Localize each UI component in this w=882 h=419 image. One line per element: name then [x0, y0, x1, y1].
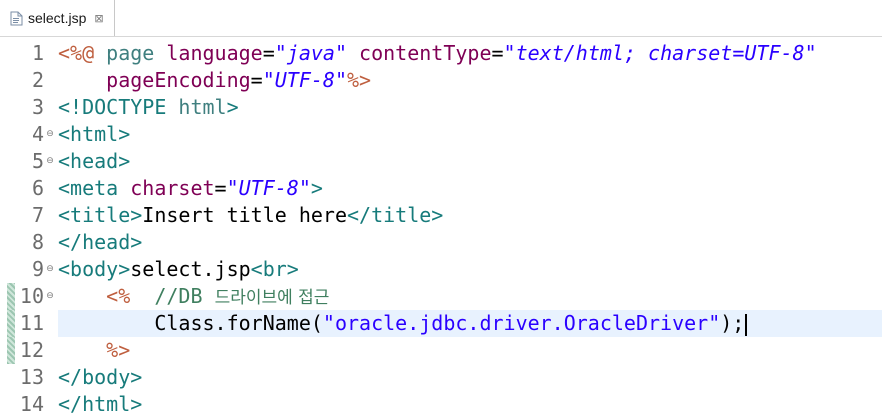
code-line-4[interactable]: <html>	[58, 121, 882, 148]
gutter-line-8: 8	[0, 229, 58, 256]
line-number: 1	[31, 41, 44, 65]
attribute-value: "UTF-8"	[262, 68, 348, 92]
attribute-name: language	[166, 41, 263, 65]
html-tag: <html>	[58, 122, 131, 146]
equals: =	[250, 68, 263, 92]
line-number: 8	[31, 230, 44, 254]
jsp-file-icon	[10, 11, 23, 25]
title-tag-close: </title>	[347, 203, 444, 227]
gutter-line-10: 10 ⊖	[0, 283, 58, 310]
title-tag-open: <title>	[58, 203, 143, 227]
attribute-name: contentType	[347, 41, 492, 65]
string-literal: "oracle.jdbc.driver.OracleDriver"	[322, 311, 721, 335]
line-number: 12	[19, 338, 44, 362]
head-close-tag: </head>	[58, 230, 143, 254]
attribute-name: charset	[118, 176, 215, 200]
code-line-10[interactable]: <% //DB 드라이브에 접근	[58, 283, 882, 310]
jsp-close: %>	[347, 68, 372, 92]
directive-name: page	[94, 41, 167, 65]
fold-minus-icon[interactable]: ⊖	[45, 256, 55, 283]
code-line-7[interactable]: <title>Insert title here</title>	[58, 202, 882, 229]
editor-tab-bar: select.jsp ⊠	[0, 0, 882, 37]
equals: =	[214, 176, 227, 200]
gutter-line-1: 1	[0, 40, 58, 67]
gutter-line-6: 6	[0, 175, 58, 202]
gutter-line-7: 7	[0, 202, 58, 229]
fold-minus-icon[interactable]: ⊖	[45, 121, 55, 148]
br-tag: <br>	[250, 257, 299, 281]
scriptlet-close: %>	[106, 338, 131, 362]
fold-minus-icon[interactable]: ⊖	[45, 283, 55, 310]
line-number: 4	[31, 122, 44, 146]
code-area[interactable]: <%@ page language="java" contentType="te…	[58, 37, 882, 419]
attribute-value: "UTF-8"	[226, 176, 311, 200]
gutter-line-5: 5 ⊖	[0, 148, 58, 175]
doctype-keyword: <!DOCTYPE	[58, 95, 167, 119]
attribute-name: pageEncoding	[106, 68, 251, 92]
title-text: Insert title here	[142, 203, 347, 227]
body-close-tag: </body>	[58, 365, 143, 389]
code-line-9[interactable]: <body>select.jsp<br>	[58, 256, 882, 283]
gutter-line-13: 13	[0, 364, 58, 391]
close-tab-icon[interactable]: ⊠	[94, 12, 103, 25]
java-call: Class.forName(	[154, 311, 323, 335]
line-number: 11	[19, 311, 44, 335]
attribute-value: "java"	[274, 41, 347, 65]
line-number: 3	[31, 95, 44, 119]
line-number: 10	[19, 284, 44, 308]
equals: =	[262, 41, 275, 65]
gutter-line-12: 12	[0, 337, 58, 364]
fold-minus-icon[interactable]: ⊖	[45, 148, 55, 175]
scriptlet-open: <%	[106, 284, 131, 308]
gutter-line-14: 14	[0, 391, 58, 418]
body-text: select.jsp	[130, 257, 251, 281]
line-number-gutter: 1 2 3 4 ⊖ 5 ⊖ 6 7 8 9 ⊖ 10 ⊖ 11 12 13 14	[0, 37, 58, 419]
meta-tag: <meta	[58, 176, 119, 200]
body-tag: <body>	[58, 257, 131, 281]
tab-label: select.jsp	[28, 10, 87, 26]
statement-end: );	[720, 311, 745, 335]
gutter-line-2: 2	[0, 67, 58, 94]
line-number: 13	[19, 365, 44, 389]
tag-close: >	[310, 176, 323, 200]
jsp-directive-open: <%@	[58, 41, 95, 65]
code-line-2[interactable]: pageEncoding="UTF-8"%>	[58, 67, 882, 94]
text-cursor	[745, 313, 748, 336]
gutter-line-11: 11	[0, 310, 58, 337]
tab-select-jsp[interactable]: select.jsp ⊠	[0, 0, 115, 36]
comment-text: //DB	[130, 284, 215, 308]
equals: =	[491, 41, 504, 65]
line-number: 7	[31, 203, 44, 227]
code-editor[interactable]: 1 2 3 4 ⊖ 5 ⊖ 6 7 8 9 ⊖ 10 ⊖ 11 12 13 14 <%@…	[0, 37, 882, 419]
code-line-11-current[interactable]: Class.forName("oracle.jdbc.driver.Oracle…	[58, 310, 882, 337]
code-line-8[interactable]: </head>	[58, 229, 882, 256]
comment-korean-text: 드라이브에 접근	[214, 288, 330, 308]
code-line-3[interactable]: <!DOCTYPE html>	[58, 94, 882, 121]
html-close-tag: </html>	[58, 392, 143, 416]
gutter-line-3: 3	[0, 94, 58, 121]
line-number: 5	[31, 149, 44, 173]
line-number: 6	[31, 176, 44, 200]
line-number: 14	[19, 392, 44, 416]
head-tag: <head>	[58, 149, 131, 173]
doctype-name: html	[166, 95, 227, 119]
code-line-13[interactable]: </body>	[58, 364, 882, 391]
code-line-12[interactable]: %>	[58, 337, 882, 364]
gutter-line-4: 4 ⊖	[0, 121, 58, 148]
code-line-1[interactable]: <%@ page language="java" contentType="te…	[58, 40, 882, 67]
code-line-6[interactable]: <meta charset="UTF-8">	[58, 175, 882, 202]
gutter-line-9: 9 ⊖	[0, 256, 58, 283]
attribute-value: "text/html; charset=UTF-8"	[503, 41, 817, 65]
code-line-14[interactable]: </html>	[58, 391, 882, 418]
line-number: 9	[31, 257, 44, 281]
line-number: 2	[31, 68, 44, 92]
code-line-5[interactable]: <head>	[58, 148, 882, 175]
tag-close: >	[226, 95, 239, 119]
